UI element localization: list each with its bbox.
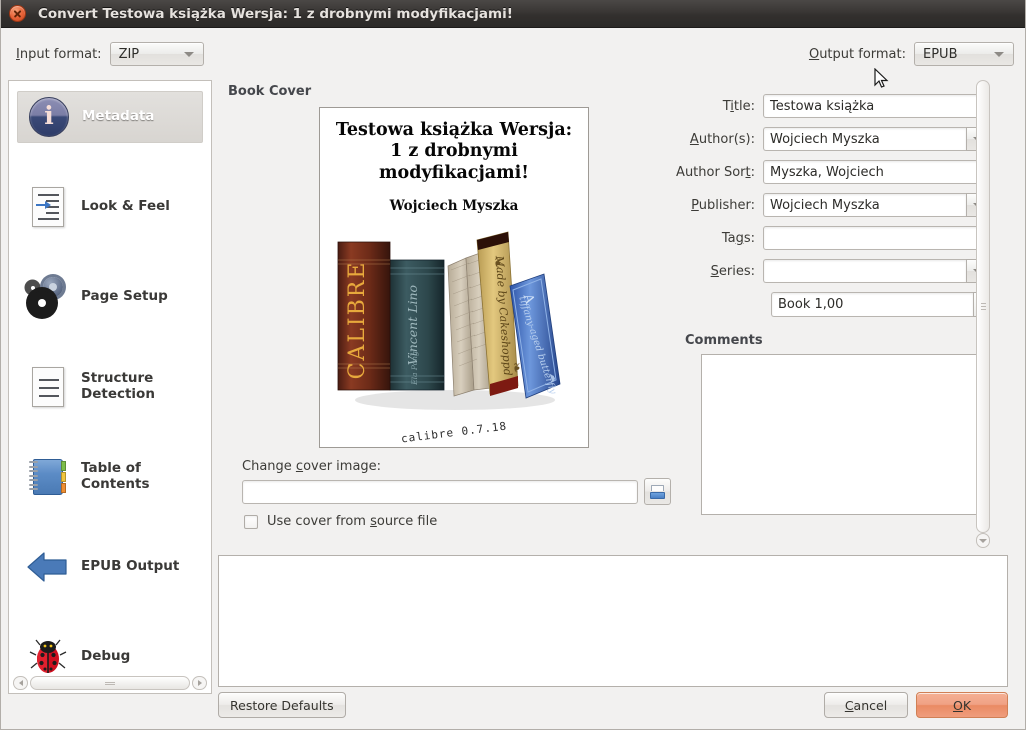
mouse-cursor bbox=[874, 68, 889, 88]
sidebar-horizontal-scrollbar[interactable] bbox=[13, 675, 207, 690]
sidebar-item-label: Look & Feel bbox=[81, 198, 170, 215]
sidebar-item-label: Debug bbox=[81, 648, 131, 665]
authors-row: Author(s): Wojciech Myszka bbox=[673, 127, 990, 151]
tags-row: Tags: bbox=[673, 226, 990, 250]
input-format-value: ZIP bbox=[118, 46, 140, 62]
conversion-log-panel bbox=[218, 555, 1008, 687]
author-sort-label: Author Sort: bbox=[676, 164, 755, 180]
restore-defaults-button[interactable]: Restore Defaults bbox=[218, 692, 346, 718]
cancel-button[interactable]: Cancel bbox=[824, 692, 908, 718]
chevron-down-icon bbox=[183, 52, 194, 57]
title-input[interactable]: Testowa książka bbox=[763, 94, 990, 118]
series-combo[interactable] bbox=[763, 259, 990, 283]
cover-title-text: Testowa książka Wersja: 1 z drobnymi mod… bbox=[335, 120, 573, 183]
cover-path-input[interactable] bbox=[242, 480, 638, 504]
authors-input[interactable]: Wojciech Myszka bbox=[763, 127, 966, 151]
browse-cover-button[interactable] bbox=[644, 478, 671, 505]
comments-textarea[interactable] bbox=[701, 354, 983, 515]
use-source-cover-label: Use cover from source file bbox=[267, 514, 438, 529]
scroll-right-button[interactable] bbox=[192, 675, 207, 690]
info-icon bbox=[26, 94, 72, 140]
document-arrow-icon bbox=[25, 184, 71, 230]
window-title: Convert Testowa książka Wersja: 1 z drob… bbox=[38, 5, 513, 22]
authors-combo[interactable]: Wojciech Myszka bbox=[763, 127, 990, 151]
sidebar-item-label: Table of Contents bbox=[81, 460, 150, 492]
metadata-panel-scrollbar[interactable] bbox=[975, 80, 990, 548]
settings-sidebar: Metadata Look & Feel Page Setup Structur… bbox=[8, 80, 212, 694]
series-index-spinner[interactable]: Book 1,00 bbox=[771, 292, 990, 317]
author-sort-input[interactable]: Myszka, Wojciech bbox=[763, 160, 990, 184]
sidebar-item-structure-detection[interactable]: Structure Detection bbox=[17, 361, 203, 413]
sidebar-item-debug[interactable]: Debug bbox=[17, 631, 203, 677]
document-lines-icon bbox=[25, 364, 71, 410]
title-row: Title: Testowa książka bbox=[673, 94, 990, 118]
ladybug-icon bbox=[25, 634, 71, 677]
window-titlebar: Convert Testowa książka Wersja: 1 z drob… bbox=[0, 0, 1026, 28]
sidebar-item-table-of-contents[interactable]: Table of Contents bbox=[17, 451, 203, 503]
calibre-books-artwork: Made by Cakeshoppd ❧ ❧ A tiffany-aged bu… bbox=[320, 218, 588, 443]
authors-label: Author(s): bbox=[689, 131, 755, 147]
sidebar-item-label: Structure Detection bbox=[81, 370, 155, 402]
output-format-value: EPUB bbox=[923, 46, 958, 62]
book-cover-heading: Book Cover bbox=[228, 84, 312, 99]
metadata-form: Title: Testowa książka Author(s): Wojcie… bbox=[673, 94, 990, 515]
sidebar-item-label: Metadata bbox=[82, 108, 155, 125]
cover-author-text: Wojciech Myszka bbox=[389, 198, 519, 215]
series-row: Series: bbox=[673, 259, 990, 283]
comments-heading: Comments bbox=[685, 333, 763, 348]
publisher-input[interactable]: Wojciech Myszka bbox=[763, 193, 966, 217]
output-format-group: Output format: EPUB bbox=[809, 42, 1014, 66]
sidebar-item-label: EPUB Output bbox=[81, 558, 180, 575]
format-bar: Input format: ZIP Output format: EPUB bbox=[0, 28, 1026, 72]
scroll-left-button[interactable] bbox=[13, 675, 28, 690]
input-format-label: Input format: bbox=[16, 46, 102, 62]
title-label: Title: bbox=[722, 98, 755, 114]
scroll-thumb[interactable] bbox=[30, 675, 190, 690]
sidebar-item-look-and-feel[interactable]: Look & Feel bbox=[17, 181, 203, 233]
output-format-combo[interactable]: EPUB bbox=[914, 42, 1014, 66]
gears-icon bbox=[25, 274, 71, 320]
tags-label: Tags: bbox=[721, 230, 755, 246]
left-arrow-icon bbox=[25, 544, 71, 590]
publisher-combo[interactable]: Wojciech Myszka bbox=[763, 193, 990, 217]
scroll-down-button[interactable] bbox=[975, 533, 990, 548]
metadata-panel: Book Cover Testowa książka Wersja: 1 z d… bbox=[218, 80, 990, 548]
publisher-label: Publisher: bbox=[691, 197, 755, 213]
close-icon[interactable] bbox=[9, 5, 26, 22]
sidebar-item-label: Page Setup bbox=[81, 288, 168, 305]
folder-open-icon bbox=[650, 484, 665, 499]
ok-button[interactable]: OK bbox=[916, 692, 1008, 718]
input-format-combo[interactable]: ZIP bbox=[109, 42, 204, 66]
svg-text:❧: ❧ bbox=[489, 256, 506, 269]
tags-input[interactable] bbox=[763, 226, 990, 250]
cover-preview[interactable]: Testowa książka Wersja: 1 z drobnymi mod… bbox=[319, 107, 589, 448]
svg-text:CALIBRE: CALIBRE bbox=[345, 261, 370, 380]
sidebar-item-epub-output[interactable]: EPUB Output bbox=[17, 541, 203, 593]
svg-text:Ela Pong: Ela Pong bbox=[410, 351, 419, 386]
author-sort-row: Author Sort: Myszka, Wojciech bbox=[673, 160, 990, 184]
series-input[interactable] bbox=[763, 259, 966, 283]
series-label: Series: bbox=[710, 263, 755, 279]
use-source-cover-row[interactable]: Use cover from source file bbox=[244, 514, 437, 529]
use-source-cover-checkbox[interactable] bbox=[244, 514, 258, 529]
dialog-button-bar: Restore Defaults Cancel OK bbox=[218, 692, 1008, 718]
sidebar-item-list: Metadata Look & Feel Page Setup Structur… bbox=[9, 81, 211, 677]
output-format-label: Output format: bbox=[808, 46, 906, 62]
notebook-icon bbox=[25, 454, 71, 500]
scroll-thumb[interactable] bbox=[975, 80, 990, 533]
sidebar-item-page-setup[interactable]: Page Setup bbox=[17, 271, 203, 323]
input-format-group: Input format: ZIP bbox=[16, 42, 204, 66]
chevron-down-icon bbox=[994, 52, 1004, 57]
publisher-row: Publisher: Wojciech Myszka bbox=[673, 193, 990, 217]
sidebar-item-metadata[interactable]: Metadata bbox=[17, 91, 203, 143]
change-cover-label: Change cover image: bbox=[242, 459, 382, 474]
series-index-input[interactable]: Book 1,00 bbox=[771, 292, 973, 317]
